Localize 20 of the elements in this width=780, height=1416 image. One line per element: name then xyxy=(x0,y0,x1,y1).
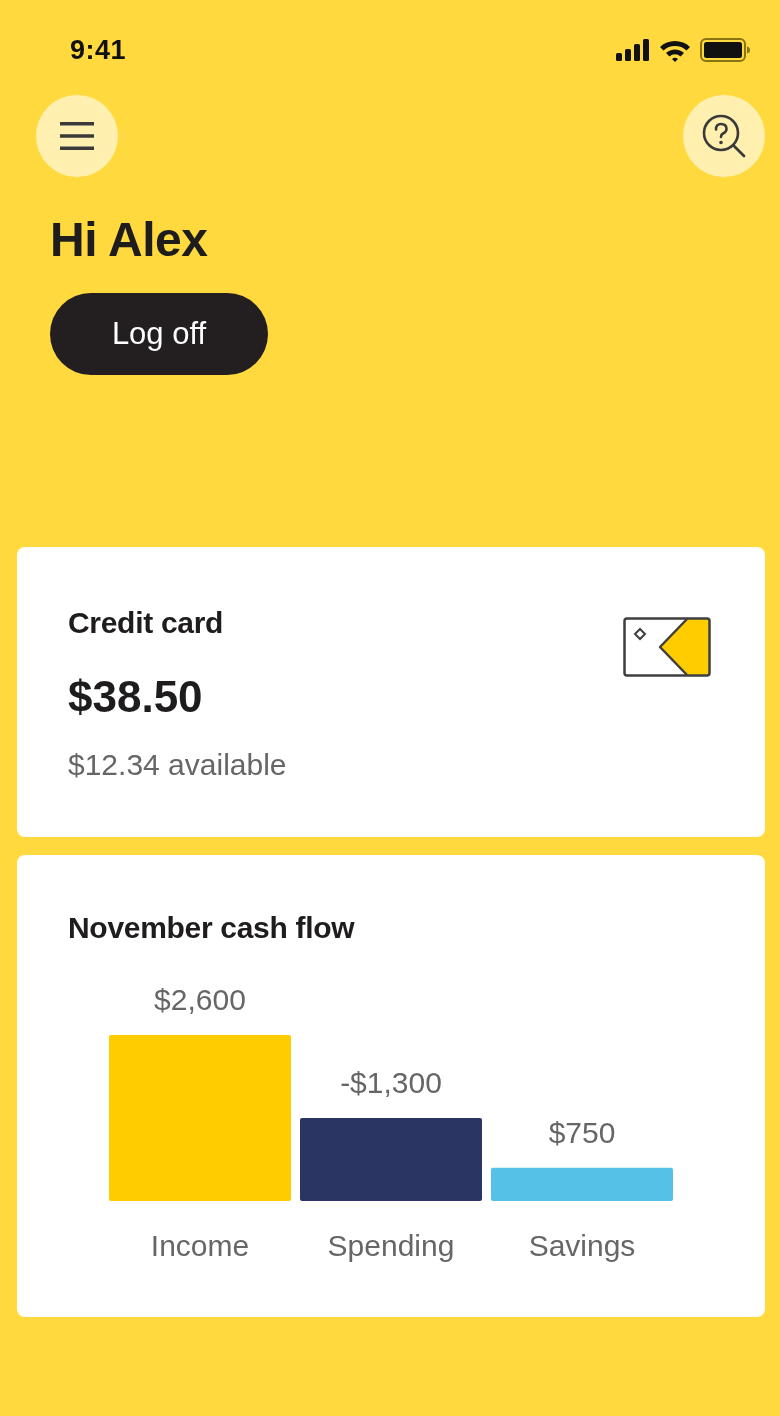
status-time: 9:41 xyxy=(70,34,127,66)
account-title: Credit card xyxy=(68,605,224,641)
category-label: Income xyxy=(150,1229,250,1262)
bar-amount-label: $750 xyxy=(548,1115,616,1149)
credit-card-icon xyxy=(623,617,711,677)
wifi-icon xyxy=(659,38,691,62)
help-search-icon xyxy=(702,114,746,158)
category-label: Spending xyxy=(327,1229,455,1262)
account-balance: $38.50 xyxy=(68,672,203,722)
category-label: Savings xyxy=(528,1229,636,1262)
credit-card-panel[interactable]: Credit card $38.50 $12.34 available xyxy=(17,547,765,837)
log-off-button[interactable]: Log off xyxy=(50,293,268,375)
available-amount: $12.34 available xyxy=(68,747,287,783)
signal-icon xyxy=(616,39,650,61)
bar-amount-label: -$1,300 xyxy=(340,1066,442,1099)
chart-title: November cash flow xyxy=(68,910,355,946)
menu-icon xyxy=(60,122,94,150)
battery-icon xyxy=(700,38,750,62)
greeting-heading: Hi Alex xyxy=(50,214,208,266)
bar-amount-label: $2,600 xyxy=(154,983,246,1016)
